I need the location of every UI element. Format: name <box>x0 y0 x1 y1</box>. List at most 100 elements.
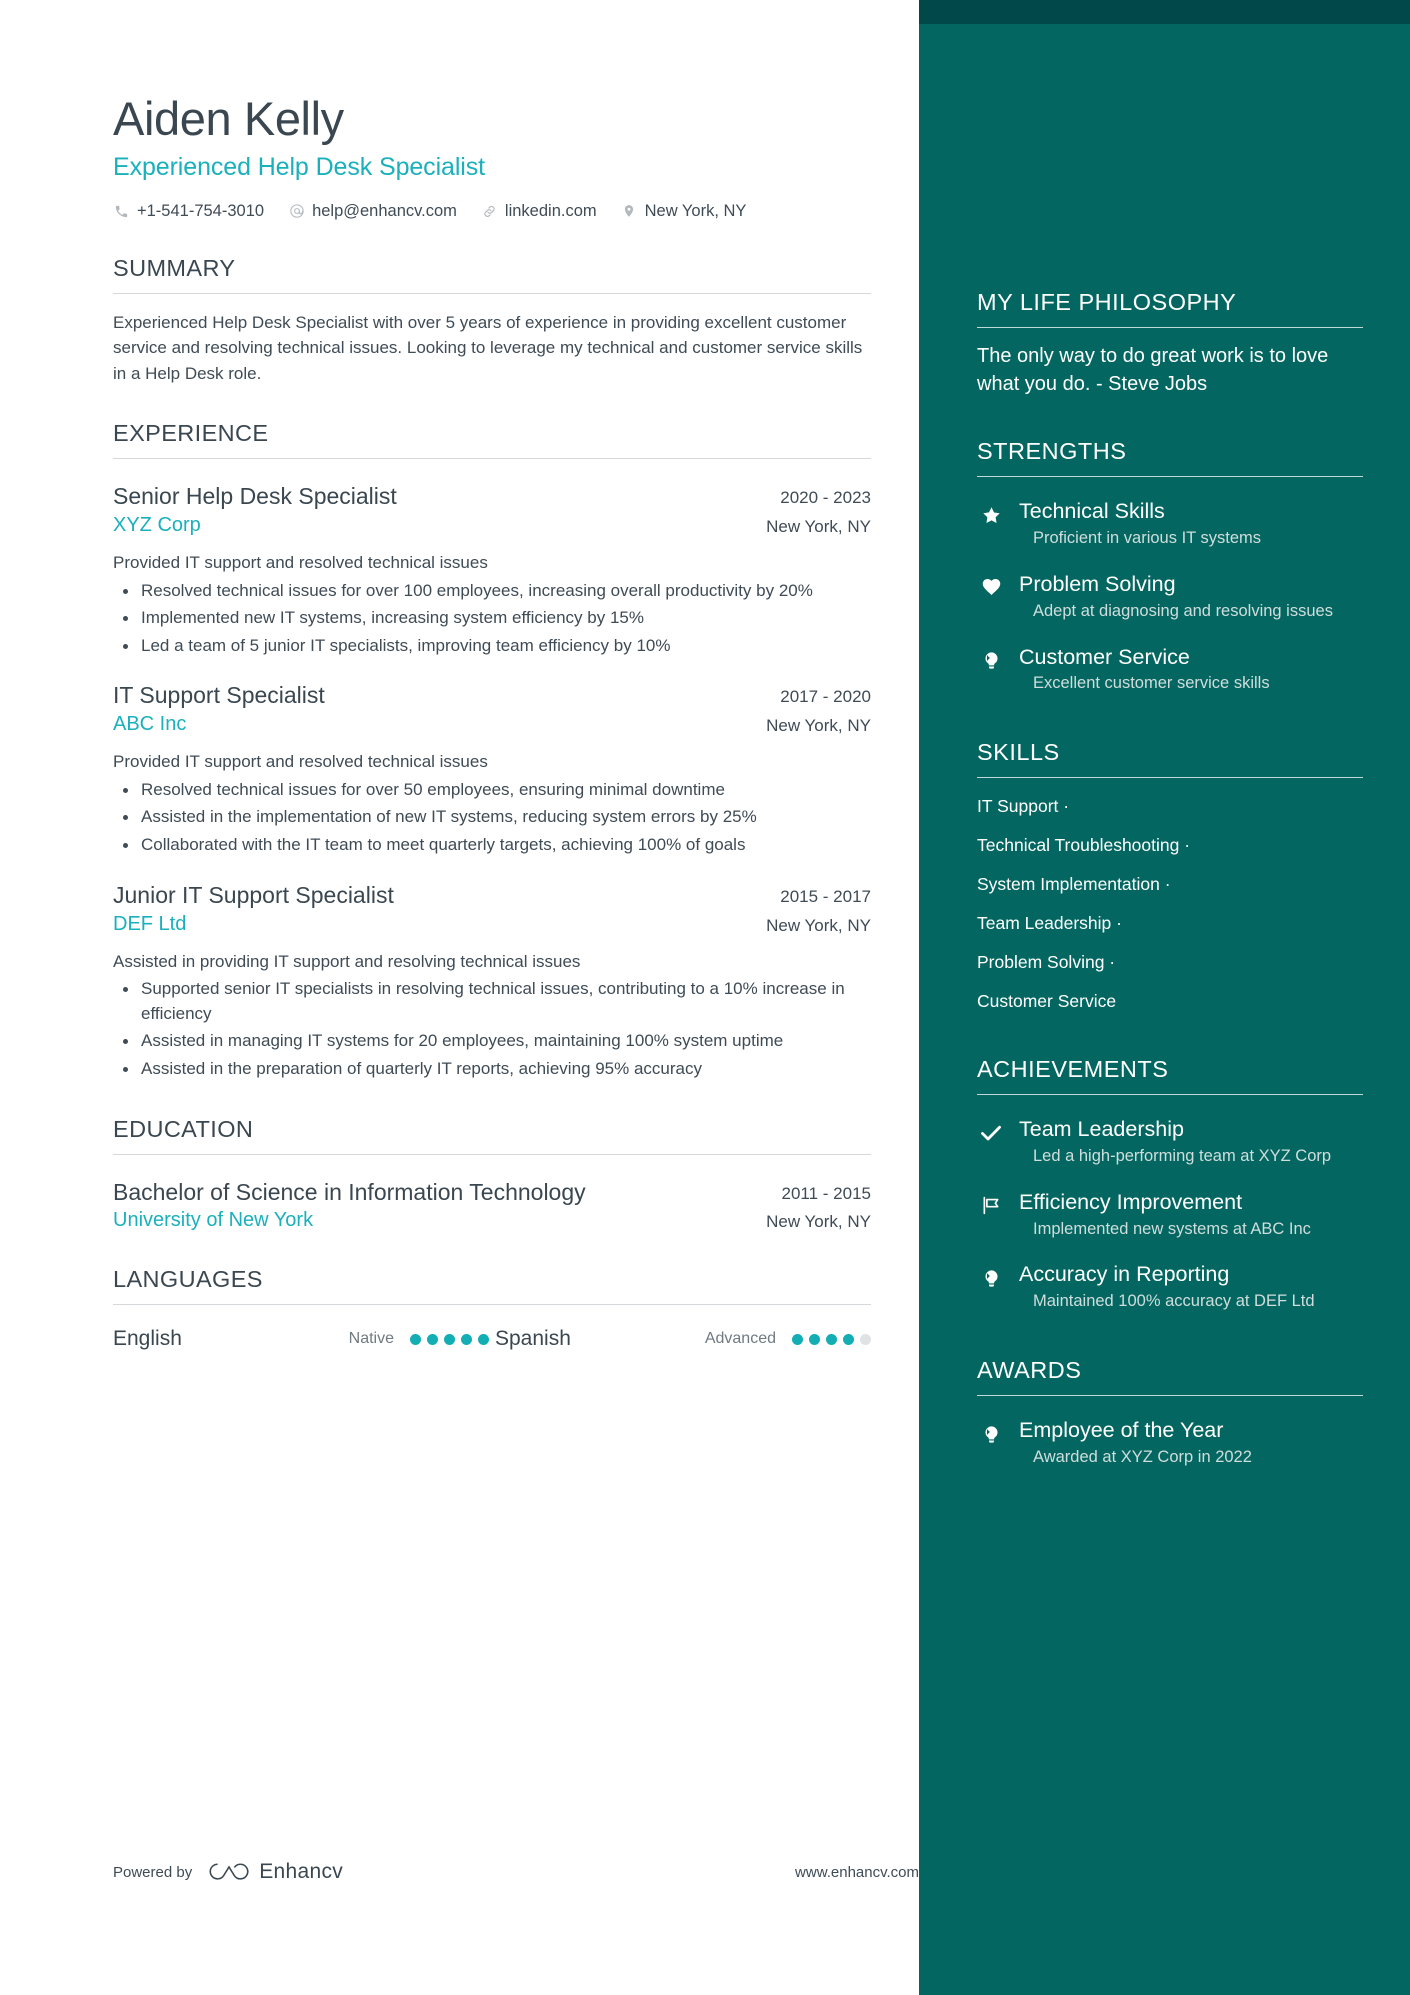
language-item: English Native <box>113 1327 489 1351</box>
skill-separator: · <box>1109 952 1116 973</box>
sidebar-divider <box>977 777 1363 779</box>
skill-item: Team Leadership · <box>977 913 1363 934</box>
powered-by-label: Powered by <box>113 1863 193 1881</box>
lightbulb-icon <box>977 648 1005 674</box>
job-company: XYZ Corp <box>113 513 201 536</box>
job-role: IT Support Specialist <box>113 682 325 709</box>
rating-dot <box>410 1333 421 1345</box>
achievement-item: Team Leadership Led a high-performing te… <box>977 1117 1363 1168</box>
achievement-title: Team Leadership <box>1019 1117 1184 1142</box>
job-location: New York, NY <box>766 915 871 935</box>
star-icon <box>977 502 1005 528</box>
rating-dot <box>461 1333 472 1345</box>
job-location: New York, NY <box>766 516 871 536</box>
sidebar-section-philosophy: MY LIFE PHILOSOPHY The only way to do gr… <box>977 0 1363 398</box>
job-title: Experienced Help Desk Specialist <box>113 152 485 181</box>
sidebar-title-strengths: STRENGTHS <box>977 438 1127 465</box>
job-dates: 2020 - 2023 <box>780 488 871 508</box>
language-level: Native <box>348 1330 394 1348</box>
contact-linkedin[interactable]: linkedin.com <box>481 202 597 221</box>
skill-label: Problem Solving <box>977 952 1105 973</box>
contact-location: New York, NY <box>621 202 746 221</box>
section-title-experience: EXPERIENCE <box>113 420 269 447</box>
bullet-item: Resolved technical issues for over 50 em… <box>113 778 871 803</box>
sidebar-divider <box>977 1094 1363 1096</box>
phone-icon <box>113 203 130 220</box>
entry-header: IT Support Specialist 2017 - 2020 <box>113 681 871 710</box>
rating-dot <box>860 1333 871 1345</box>
sidebar-top-strip <box>919 0 1410 24</box>
achievement-desc: Maintained 100% accuracy at DEF Ltd <box>1033 1292 1315 1311</box>
job-dates: 2015 - 2017 <box>780 886 871 906</box>
strength-desc: Proficient in various IT systems <box>1033 528 1262 547</box>
skill-label: Team Leadership <box>977 913 1112 934</box>
bullet-item: Assisted in the implementation of new IT… <box>113 805 871 830</box>
entry-header: Bachelor of Science in Information Techn… <box>113 1178 871 1207</box>
enhancv-mark-icon <box>209 1863 249 1880</box>
section-summary: SUMMARY Experienced Help Desk Specialist… <box>113 255 871 387</box>
rating-dot <box>809 1333 820 1345</box>
sidebar-divider <box>977 1395 1363 1397</box>
section-experience: EXPERIENCE Senior Help Desk Specialist 2… <box>113 420 871 1082</box>
achievement-body: Team Leadership Led a high-performing te… <box>1019 1117 1363 1168</box>
language-rating-dots <box>410 1333 489 1345</box>
rating-dot <box>478 1333 489 1345</box>
heart-icon <box>977 575 1005 601</box>
strength-item: Technical Skills Proficient in various I… <box>977 499 1363 550</box>
section-title-languages: LANGUAGES <box>113 1266 263 1293</box>
strength-body: Customer Service Excellent customer serv… <box>1019 645 1363 696</box>
flag-icon <box>977 1193 1005 1219</box>
philosophy-quote: The only way to do great work is to love… <box>977 345 1329 395</box>
section-education: EDUCATION Bachelor of Science in Informa… <box>113 1116 871 1233</box>
sidebar-section-strengths: STRENGTHS Technical Skills Proficient in… <box>977 438 1363 695</box>
bullet-item: Assisted in managing IT systems for 20 e… <box>113 1029 871 1054</box>
skill-label: Technical Troubleshooting <box>977 835 1180 856</box>
contact-email[interactable]: help@enhancv.com <box>288 202 457 221</box>
location-pin-icon <box>621 203 638 220</box>
rating-dot <box>843 1333 854 1345</box>
bullet-item: Implemented new IT systems, increasing s… <box>113 606 871 631</box>
entry-header: Senior Help Desk Specialist 2020 - 2023 <box>113 482 871 511</box>
bullet-item: Resolved technical issues for over 100 e… <box>113 579 871 604</box>
page-title: Aiden Kelly <box>113 92 344 145</box>
bullet-item: Led a team of 5 junior IT specialists, i… <box>113 634 871 659</box>
sidebar-section-awards: AWARDS Employee of the Year Awarded at X… <box>977 1357 1363 1469</box>
sidebar-title-skills: SKILLS <box>977 739 1060 766</box>
job-role: Junior IT Support Specialist <box>113 881 394 908</box>
section-divider <box>113 1304 871 1306</box>
section-title-education: EDUCATION <box>113 1115 254 1142</box>
enhancv-wordmark: Enhancv <box>259 1860 344 1883</box>
strength-title: Customer Service <box>1019 644 1190 669</box>
achievement-body: Accuracy in Reporting Maintained 100% ac… <box>1019 1262 1363 1313</box>
school-name: University of New York <box>113 1209 314 1232</box>
skill-item: IT Support · <box>977 796 1363 817</box>
job-description: Provided IT support and resolved technic… <box>113 752 488 772</box>
contact-phone[interactable]: +1-541-754-3010 <box>113 202 264 221</box>
entry-header: Junior IT Support Specialist 2015 - 2017 <box>113 881 871 910</box>
job-company: ABC Inc <box>113 713 187 736</box>
achievement-title: Accuracy in Reporting <box>1019 1262 1230 1287</box>
job-bullets: Resolved technical issues for over 100 e… <box>113 579 871 659</box>
check-icon <box>977 1120 1005 1146</box>
section-title-summary: SUMMARY <box>113 254 236 281</box>
rating-dot <box>427 1333 438 1345</box>
bullet-item: Supported senior IT specialists in resol… <box>113 977 871 1026</box>
section-languages: LANGUAGES English Native Spanish Advance… <box>113 1266 871 1351</box>
experience-entry: IT Support Specialist 2017 - 2020 ABC In… <box>113 681 871 857</box>
strength-desc: Excellent customer service skills <box>1033 674 1270 693</box>
skill-item: Customer Service <box>977 991 1363 1012</box>
award-body: Employee of the Year Awarded at XYZ Corp… <box>1019 1418 1363 1469</box>
experience-entry: Senior Help Desk Specialist 2020 - 2023 … <box>113 482 871 658</box>
entry-subheader: XYZ Corp New York, NY <box>113 514 871 537</box>
skill-label: Customer Service <box>977 991 1117 1012</box>
experience-entry: Junior IT Support Specialist 2015 - 2017… <box>113 881 871 1082</box>
achievement-desc: Implemented new systems at ABC Inc <box>1033 1219 1311 1238</box>
language-item: Spanish Advanced <box>495 1327 871 1351</box>
skill-separator: · <box>1063 796 1070 817</box>
skill-separator: · <box>1184 835 1191 856</box>
rating-dot <box>826 1333 837 1345</box>
link-icon <box>481 203 498 220</box>
contact-email-text: help@enhancv.com <box>312 201 457 220</box>
